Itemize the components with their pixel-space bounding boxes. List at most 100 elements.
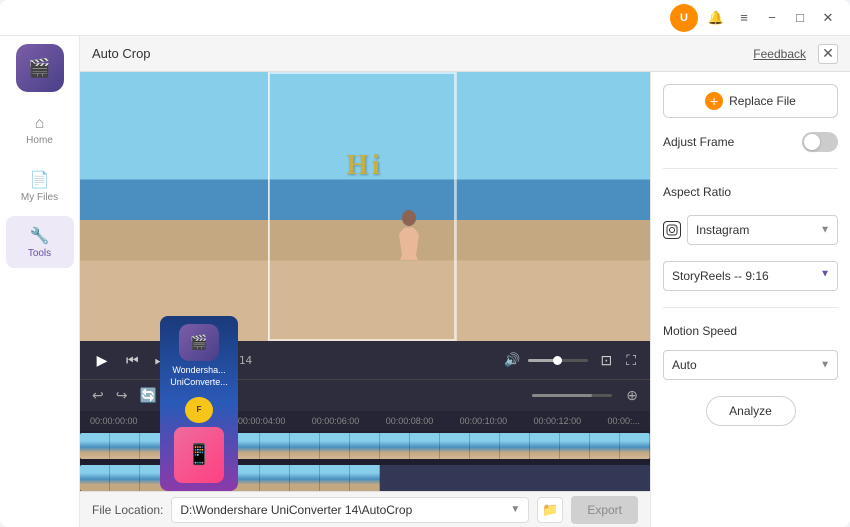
ruler-mark-5: 00:00:10:00 (460, 416, 508, 426)
adjust-frame-toggle[interactable] (802, 132, 838, 152)
clip-thumb-17 (560, 433, 590, 459)
motion-speed-wrapper: Auto ▼ (663, 350, 838, 380)
aspect-ratio-label: Aspect Ratio (663, 185, 838, 199)
files-icon: 📄 (30, 170, 50, 190)
refresh-button[interactable]: 🔄 (137, 385, 158, 406)
sidebar-myfiles-label: My Files (21, 192, 58, 203)
maximize-button[interactable]: □ (786, 4, 814, 32)
clip2-thumb-9 (320, 465, 350, 491)
clip-thumb-8 (290, 433, 320, 459)
sidebar-item-myfiles[interactable]: 📄 My Files (6, 160, 74, 212)
clip2-thumb-10 (350, 465, 380, 491)
ruler-mark-4: 00:00:08:00 (386, 416, 434, 426)
play-button[interactable]: ▶ (90, 348, 114, 372)
ruler-mark-6: 00:00:12:00 (534, 416, 582, 426)
clip-thumb-19 (620, 433, 650, 459)
clip-thumb-18 (590, 433, 620, 459)
platform-select[interactable]: Instagram (687, 215, 838, 245)
separator-2 (663, 307, 838, 308)
right-panel: + Replace File Adjust Frame Aspe (650, 72, 850, 527)
sidebar: 🎬 ⌂ Home 📄 My Files 🔧 Tools (0, 36, 80, 527)
ruler-mark-2: 00:00:04:00 (238, 416, 286, 426)
fit-screen-button[interactable]: ⊡ (596, 350, 616, 371)
clip-thumb-14 (470, 433, 500, 459)
volume-thumb (553, 356, 562, 365)
promo-subtitle: UniConverte... (170, 377, 228, 389)
video-text: Hi (346, 150, 384, 182)
clip-thumb-16 (530, 433, 560, 459)
notification-bell-icon[interactable]: 🔔 (702, 4, 730, 32)
redo-button[interactable]: ↪ (114, 385, 130, 406)
motion-speed-label: Motion Speed (663, 324, 838, 338)
path-dropdown-arrow[interactable]: ▼ (510, 504, 520, 515)
instagram-icon (663, 221, 681, 239)
replace-file-label: Replace File (729, 94, 796, 108)
aspect-ratio-row: Instagram ▼ (663, 215, 838, 245)
clip2-thumb-1 (80, 465, 110, 491)
timeline-zoom-slider[interactable] (532, 394, 612, 397)
close-button[interactable]: ✕ (814, 4, 842, 32)
sidebar-tools-label: Tools (28, 248, 51, 259)
clip-thumb-12 (410, 433, 440, 459)
home-icon: ⌂ (35, 115, 45, 133)
sidebar-home-label: Home (26, 135, 53, 146)
story-select-wrapper: StoryReels -- 9:16 ▼ (663, 257, 838, 291)
hamburger-menu-icon[interactable]: ≡ (730, 4, 758, 32)
promo-logo: 🎬 (179, 324, 219, 361)
fullscreen-button[interactable]: ⛶ (622, 350, 640, 371)
tools-icon: 🔧 (30, 226, 50, 246)
clip2-thumb-8 (290, 465, 320, 491)
clip-thumb-11 (380, 433, 410, 459)
export-button[interactable]: Export (571, 496, 638, 524)
app-logo: 🎬 (16, 44, 64, 92)
ruler-mark-7: 00:00:... (607, 416, 640, 426)
modal-close-button[interactable]: ✕ (818, 44, 838, 64)
feedback-link[interactable]: Feedback (753, 47, 806, 61)
clip2-thumb-2 (110, 465, 140, 491)
modal-title: Auto Crop (92, 46, 753, 61)
content-area: converter to other ur files to mmer ily … (80, 36, 850, 527)
promo-title: Wondersha... (172, 365, 225, 377)
crop-line-v1 (268, 72, 269, 341)
motion-speed-select[interactable]: Auto (663, 350, 838, 380)
fullscreen-buttons: ⊡ ⛶ (596, 350, 640, 371)
video-frame: Hi (80, 72, 650, 341)
user-avatar[interactable]: U (670, 4, 698, 32)
timeline-zoom-fill (532, 394, 592, 397)
undo-button[interactable]: ↩ (90, 385, 106, 406)
modal-titlebar: Auto Crop Feedback ✕ (80, 36, 850, 72)
clip-thumb-9 (320, 433, 350, 459)
promo-card: 🎬 Wondersha... UniConverte... F 📱 (160, 316, 238, 491)
zoom-in-button[interactable]: ⊕ (624, 385, 640, 406)
promo-phone-visual: 📱 (174, 427, 224, 483)
adjust-frame-label: Adjust Frame (663, 135, 734, 149)
file-location-path: D:\Wondershare UniConverter 14\AutoCrop … (171, 497, 529, 523)
analyze-button[interactable]: Analyze (706, 396, 796, 426)
person-silhouette (394, 210, 424, 260)
clip-thumb-15 (500, 433, 530, 459)
sidebar-item-home[interactable]: ⌂ Home (6, 104, 74, 156)
crop-overlay (80, 72, 650, 341)
ruler-mark-3: 00:00:06:00 (312, 416, 360, 426)
file-location-bar: File Location: D:\Wondershare UniConvert… (80, 491, 650, 527)
clip-thumb-7 (260, 433, 290, 459)
clip-thumb-1 (80, 433, 110, 459)
volume-slider[interactable] (528, 359, 588, 362)
clip-thumb-13 (440, 433, 470, 459)
toggle-knob (804, 134, 820, 150)
plus-circle-icon: + (705, 92, 723, 110)
clip2-thumb-7 (260, 465, 290, 491)
replace-file-button[interactable]: + Replace File (663, 84, 838, 118)
promo-badge: F (185, 397, 213, 423)
ruler-mark-0: 00:00:00:00 (90, 416, 138, 426)
file-path-text: D:\Wondershare UniConverter 14\AutoCrop (180, 503, 412, 517)
minimize-button[interactable]: − (758, 4, 786, 32)
crop-region (268, 72, 456, 341)
prev-frame-button[interactable]: ⏮ (122, 350, 143, 371)
file-browse-button[interactable]: 📁 (537, 497, 563, 523)
video-container[interactable]: Hi (80, 72, 650, 341)
sidebar-item-tools[interactable]: 🔧 Tools (6, 216, 74, 268)
clip-thumb-2 (110, 433, 140, 459)
story-reels-select[interactable]: StoryReels -- 9:16 (663, 261, 838, 291)
volume-icon[interactable]: 🔊 (504, 352, 520, 368)
